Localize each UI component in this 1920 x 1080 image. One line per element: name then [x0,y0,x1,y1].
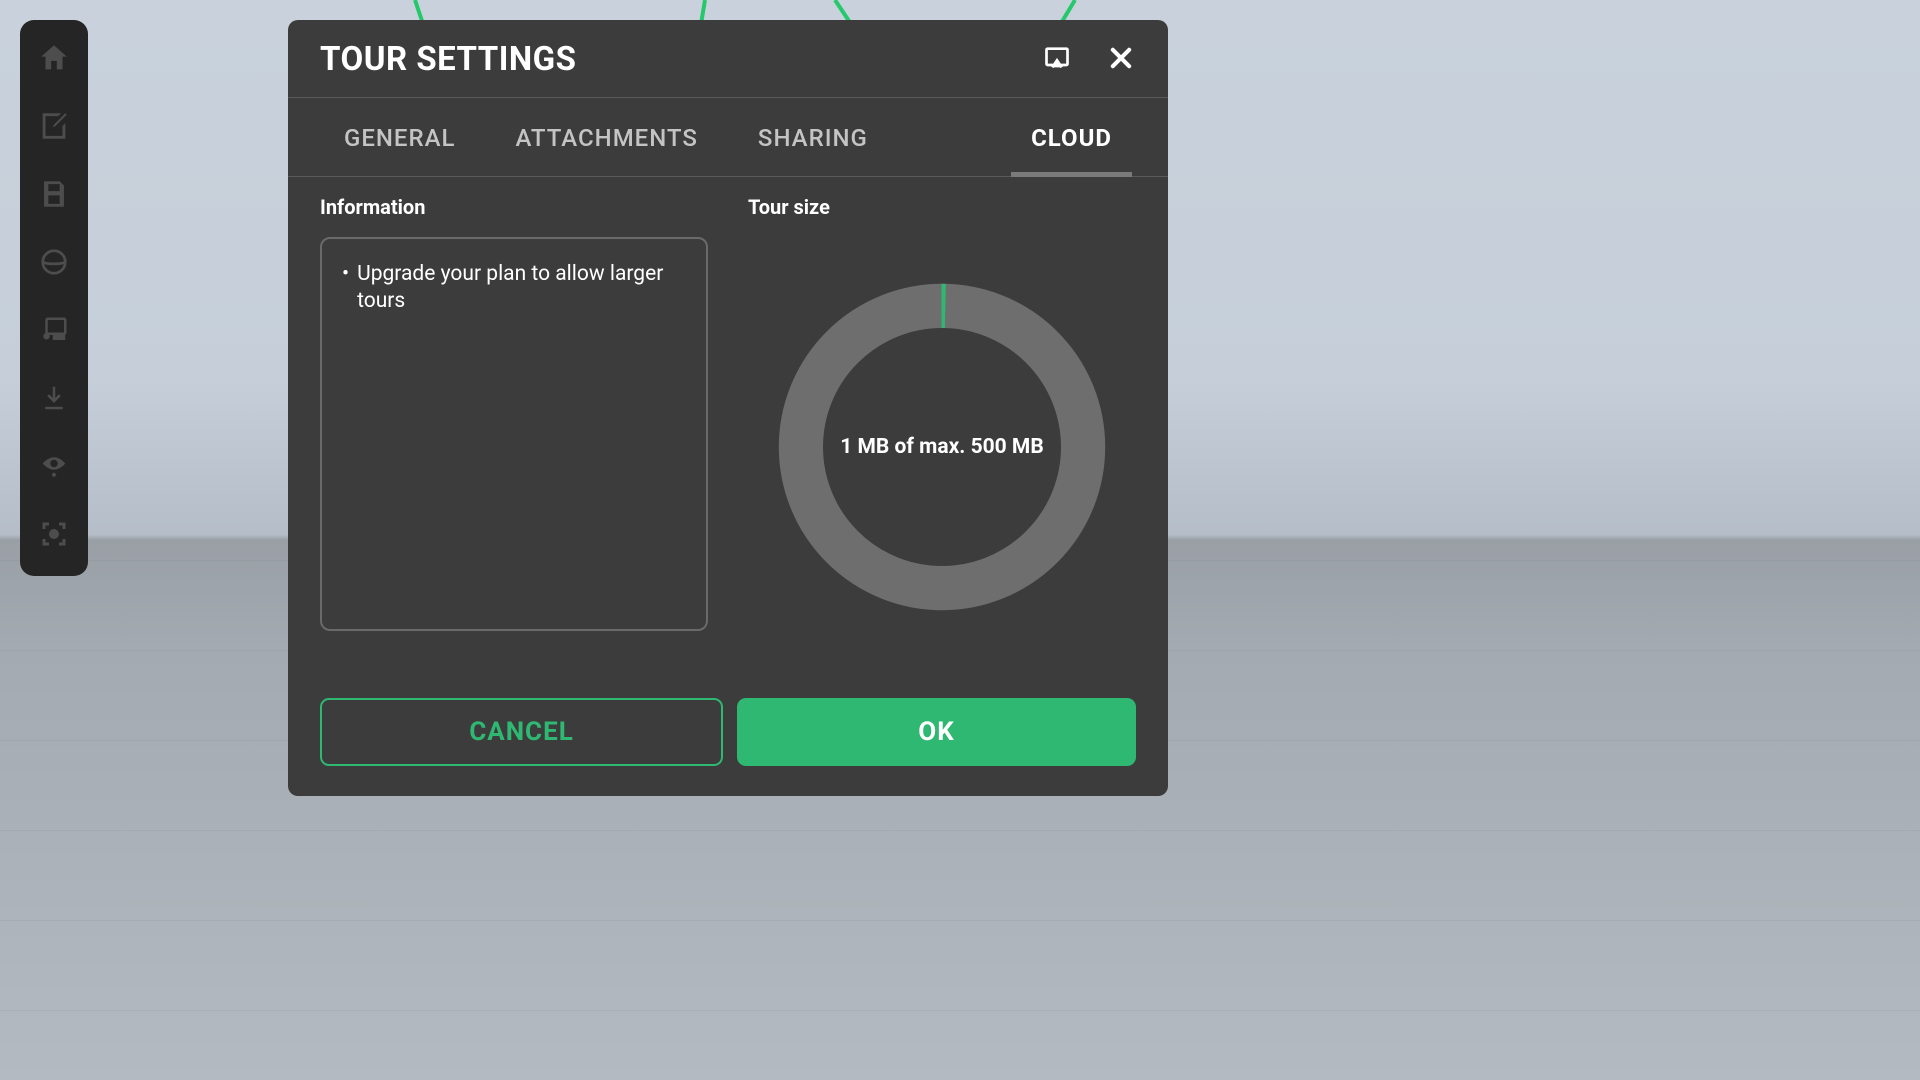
dialog-header: TOUR SETTINGS [288,20,1168,98]
info-bullet-row: • Upgrade your plan to allow larger tour… [342,261,686,316]
tab-attachments[interactable]: ATTACHMENTS [489,98,723,176]
left-toolbar [20,20,88,576]
overlay-button[interactable] [26,304,82,360]
close-button[interactable] [1106,45,1136,75]
dialog-title: TOUR SETTINGS [320,40,576,79]
tour-size-label: Tour size [748,195,1136,219]
focus-icon [39,519,69,553]
edit-icon [37,109,71,147]
tour-size-text: 1 MB of max. 500 MB [840,435,1043,459]
cancel-button[interactable]: CANCEL [320,698,723,766]
view-button[interactable] [26,440,82,496]
save-button[interactable] [26,168,82,224]
download-button[interactable] [26,372,82,428]
home-icon [37,41,71,79]
close-icon [1107,44,1135,76]
information-box: • Upgrade your plan to allow larger tour… [320,237,708,631]
tour-settings-dialog: TOUR SETTINGS GENERAL ATTACHMENTS SHARIN… [288,20,1168,796]
save-icon [37,177,71,215]
dialog-header-actions [1042,45,1136,75]
edit-button[interactable] [26,100,82,156]
dialog-tabs: GENERAL ATTACHMENTS SHARING CLOUD [288,98,1168,177]
download-icon [39,383,69,417]
size-column: Tour size 1 MB of max. 500 MB [748,195,1136,676]
tab-general[interactable]: GENERAL [318,98,481,176]
eye-move-icon [39,451,69,485]
tab-sharing[interactable]: SHARING [732,98,894,176]
panorama-icon [39,247,69,281]
export-icon [1043,44,1071,76]
tour-size-gauge: 1 MB of max. 500 MB [772,277,1112,617]
bullet-dot: • [342,261,349,316]
home-button[interactable] [26,32,82,88]
panorama-button[interactable] [26,236,82,292]
export-button[interactable] [1042,45,1072,75]
overlay-icon [39,315,69,349]
info-bullet-text: Upgrade your plan to allow larger tours [357,261,686,316]
tab-cloud[interactable]: CLOUD [1005,98,1138,176]
info-column: Information • Upgrade your plan to allow… [320,195,708,676]
ok-button[interactable]: OK [737,698,1136,766]
information-label: Information [320,195,708,219]
dialog-footer: CANCEL OK [288,676,1168,796]
focus-button[interactable] [26,508,82,564]
dialog-body: Information • Upgrade your plan to allow… [288,177,1168,676]
